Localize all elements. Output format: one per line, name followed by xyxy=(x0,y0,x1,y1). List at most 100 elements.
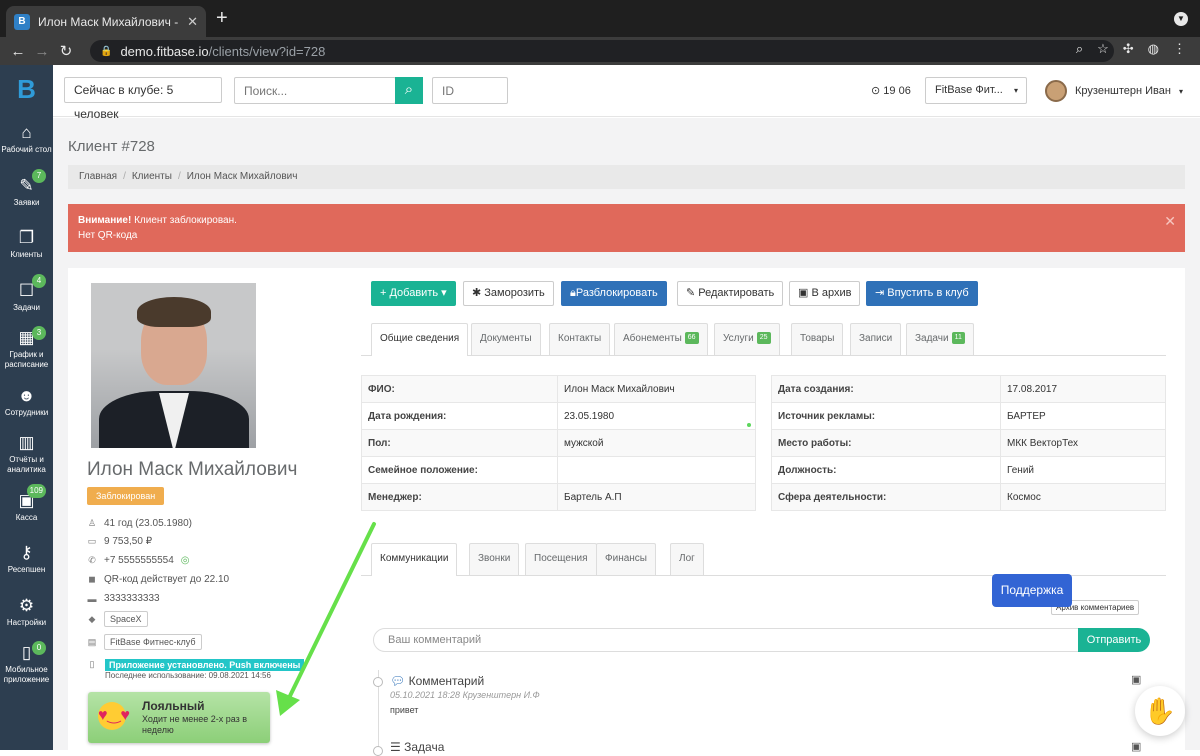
send-button[interactable]: Отправить xyxy=(1078,628,1150,652)
breadcrumb-clients[interactable]: Клиенты xyxy=(132,171,172,182)
sidebar-badge: 109 xyxy=(26,483,46,498)
comment-input[interactable]: Ваш комментарий xyxy=(373,628,1080,652)
profile-icon[interactable]: ◍ xyxy=(1148,41,1159,57)
id-input[interactable] xyxy=(432,77,508,104)
search-input[interactable] xyxy=(234,77,396,104)
sidebar-item-calendar[interactable]: ▦ График и расписание 3 xyxy=(0,323,53,376)
tab-2[interactable]: Контакты xyxy=(549,323,611,355)
chevron-down-icon: ▾ xyxy=(1178,86,1183,96)
club-select[interactable]: FitBase Фит... ▾ xyxy=(925,77,1027,104)
tab-7[interactable]: Задачи 11 xyxy=(906,323,974,355)
reload-icon[interactable]: ↻ xyxy=(54,42,78,60)
add-button[interactable]: + Добавить ▾ xyxy=(371,281,456,306)
clock-time: 19 06 xyxy=(883,85,911,97)
edit-button[interactable]: ✎ Редактировать xyxy=(677,281,784,306)
age-value: 41 год (23.05.1980) xyxy=(104,518,192,529)
url-path: /clients/view?id=728 xyxy=(208,43,326,59)
admit-button[interactable]: ⇥ Впустить в клуб xyxy=(866,281,978,306)
info-key: Дата создания: xyxy=(771,375,1001,403)
subtab-3[interactable]: Финансы xyxy=(596,543,656,575)
briefcase-icon[interactable]: ▣ xyxy=(1131,740,1141,753)
unblock-button[interactable]: 🔒︎Разблокировать xyxy=(561,281,667,306)
lock-icon: 🔒 xyxy=(100,45,113,57)
keys-icon: ⚷ xyxy=(20,543,33,563)
money-icon: ▭ xyxy=(87,536,97,546)
sidebar-item-clients[interactable]: ❐ Клиенты xyxy=(0,218,53,271)
edit-label: Редактировать xyxy=(698,287,775,299)
sidebar-item-pencil[interactable]: ✎ Заявки 7 xyxy=(0,166,53,219)
tab-0[interactable]: Общие сведения xyxy=(371,323,469,356)
chart-icon: ▥ xyxy=(18,433,35,453)
zoom-icon[interactable]: ⌕ xyxy=(1076,41,1083,57)
in-club-counter[interactable]: Сейчас в клубе: 5 человек xyxy=(64,77,222,121)
sidebar-item-mobile[interactable]: ▯ Мобильное приложение 0 xyxy=(0,638,53,691)
sidebar-badge: 7 xyxy=(32,168,46,183)
search-icon[interactable]: ⌕ xyxy=(395,77,423,104)
wave-hand-icon[interactable]: ✋ xyxy=(1135,686,1185,736)
tag-spacex: SpaceX xyxy=(104,611,148,627)
tab-label: Услуги xyxy=(723,333,754,344)
forward-icon[interactable]: → xyxy=(30,43,54,60)
tag-icon: ◆ xyxy=(88,613,96,624)
favicon-icon: B xyxy=(14,13,30,30)
subtab-2[interactable]: Посещения xyxy=(525,543,597,575)
star-icon[interactable]: ☆ xyxy=(1097,41,1109,57)
unblock-label: Разблокировать xyxy=(575,287,658,299)
qr-row: ◼ QR-код действует до 22.10 xyxy=(87,574,229,585)
sidebar-item-keys[interactable]: ⚷ Ресепшен xyxy=(0,533,53,586)
subtab-0[interactable]: Коммуникации xyxy=(371,543,458,576)
sidebar-badge: 4 xyxy=(32,273,46,288)
breadcrumb-home[interactable]: Главная xyxy=(79,171,117,182)
archive-label: В архив xyxy=(811,287,852,299)
subtab-4[interactable]: Лог xyxy=(670,543,704,575)
task-icon: ☰ xyxy=(390,740,401,754)
sidebar-item-gear[interactable]: ⚙ Настройки xyxy=(0,586,53,639)
back-icon[interactable]: ← xyxy=(6,43,30,60)
sidebar-item-chart[interactable]: ▥ Отчёты и аналитика xyxy=(0,428,53,481)
support-button[interactable]: Поддержка xyxy=(992,574,1072,607)
close-tab-icon[interactable]: ✕ xyxy=(187,14,198,30)
info-value: мужской xyxy=(557,429,756,457)
chevron-down-icon[interactable]: ▼ xyxy=(1174,12,1188,26)
new-tab-icon[interactable]: + xyxy=(216,8,228,28)
main-tabs: Общие сведения Документы Контакты Абонемент… xyxy=(361,323,1166,356)
user-menu[interactable]: Крузенштерн Иван ▾ xyxy=(1045,80,1183,102)
sidebar-item-home[interactable]: ⌂ Рабочий стол xyxy=(0,113,53,166)
tab-1[interactable]: Документы xyxy=(471,323,541,355)
sidebar-item-label: Ресепшен xyxy=(7,565,46,575)
gear-icon: ⚙ xyxy=(18,595,35,615)
subtab-1[interactable]: Звонки xyxy=(469,543,520,575)
sidebar-item-label: Мобильное приложение xyxy=(3,665,50,685)
tab-6[interactable]: Записи xyxy=(850,323,902,355)
clock-icon: ⊙ xyxy=(871,85,881,97)
close-icon[interactable]: ✕ xyxy=(1164,214,1176,229)
phone-value[interactable]: +7 5555555554 xyxy=(104,555,174,566)
sidebar-badge: 3 xyxy=(32,326,46,340)
tab-4[interactable]: Услуги 25 xyxy=(714,323,780,355)
browser-tabstrip: B Илон Маск Михайлович - Fitb ✕ + ▼ xyxy=(0,0,1200,37)
info-key: Менеджер: xyxy=(361,483,558,511)
clients-icon: ❐ xyxy=(18,228,35,248)
sidebar-item-cash[interactable]: ▣ Касса 109 xyxy=(0,481,53,534)
briefcase-icon[interactable]: ▣ xyxy=(1131,673,1141,686)
sidebar-item-label: Касса xyxy=(15,512,38,522)
browser-tab[interactable]: B Илон Маск Михайлович - Fitb ✕ xyxy=(6,6,206,37)
info-key: Дата рождения: xyxy=(361,402,558,430)
sidebar-item-label: Рабочий стол xyxy=(1,145,52,155)
sidebar-item-tasks[interactable]: ☐ Задачи 4 xyxy=(0,271,53,324)
tab-5[interactable]: Товары xyxy=(791,323,844,355)
loyalty-badge[interactable]: ♥‿♥ Лояльный Ходит не менее 2-х раз в не… xyxy=(88,692,270,743)
archive-button[interactable]: ▣ В архив xyxy=(789,281,861,306)
whatsapp-icon[interactable]: ◎ xyxy=(181,555,190,566)
user-name: Крузенштерн Иван xyxy=(1075,85,1171,97)
freeze-button[interactable]: ✱ Заморозить xyxy=(463,281,554,306)
fitbase-logo[interactable]: B xyxy=(0,65,53,113)
sidebar-item-label: Отчёты и аналитика xyxy=(7,455,46,475)
extensions-icon[interactable]: ✣ xyxy=(1123,41,1134,57)
sidebar-item-users[interactable]: ☻ Сотрудники xyxy=(0,376,53,429)
address-bar[interactable]: 🔒 demo.fitbase.io/clients/view?id=728 xyxy=(90,40,1114,62)
menu-icon[interactable]: ⋮ xyxy=(1173,41,1186,57)
tab-3[interactable]: Абонементы 66 xyxy=(614,323,708,355)
table-row: Дата создания: 17.08.2017 xyxy=(771,375,1166,403)
info-value: 23.05.1980 xyxy=(557,402,756,430)
